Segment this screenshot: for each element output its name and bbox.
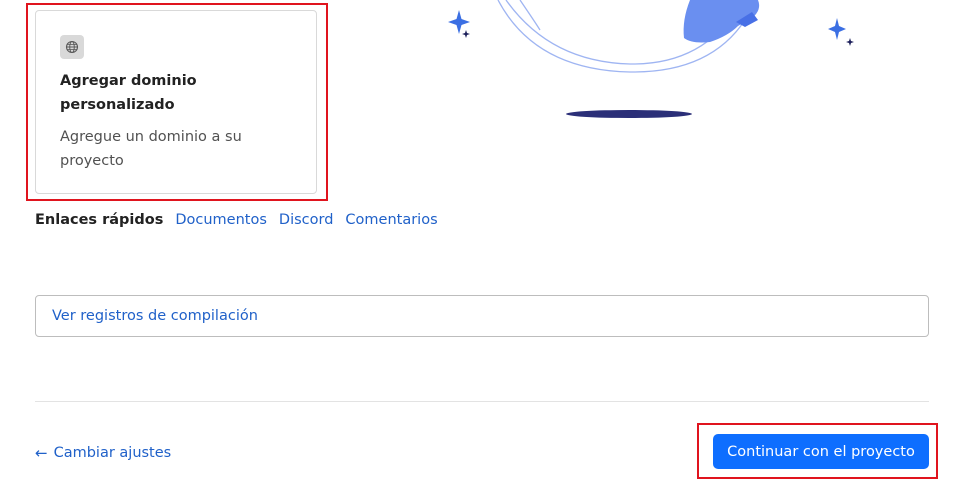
- change-settings-label: Cambiar ajustes: [53, 445, 172, 461]
- change-settings-link[interactable]: ← Cambiar ajustes: [35, 442, 171, 464]
- deploy-success-page: Agregar dominio personalizado Agregue un…: [0, 0, 954, 484]
- add-custom-domain-card[interactable]: Agregar dominio personalizado Agregue un…: [35, 10, 317, 194]
- quick-links-label: Enlaces rápidos: [35, 212, 164, 228]
- card-title: Agregar dominio personalizado: [60, 73, 197, 113]
- link-comentarios[interactable]: Comentarios: [345, 212, 437, 228]
- link-discord[interactable]: Discord: [279, 212, 334, 228]
- globe-icon: [60, 35, 84, 59]
- link-documentos[interactable]: Documentos: [175, 212, 267, 228]
- quick-links: Enlaces rápidos Documentos Discord Comen…: [35, 209, 450, 231]
- divider: [35, 401, 929, 402]
- build-log-label: Ver registros de compilación: [52, 308, 258, 324]
- globe-illustration: [448, 0, 854, 118]
- card-description: Agregue un dominio a su proyecto: [60, 129, 242, 169]
- arrow-left-icon: ←: [35, 444, 48, 462]
- continue-label: Continuar con el proyecto: [727, 443, 915, 460]
- view-build-logs-button[interactable]: Ver registros de compilación: [35, 295, 929, 337]
- continue-to-project-button[interactable]: Continuar con el proyecto: [713, 434, 929, 469]
